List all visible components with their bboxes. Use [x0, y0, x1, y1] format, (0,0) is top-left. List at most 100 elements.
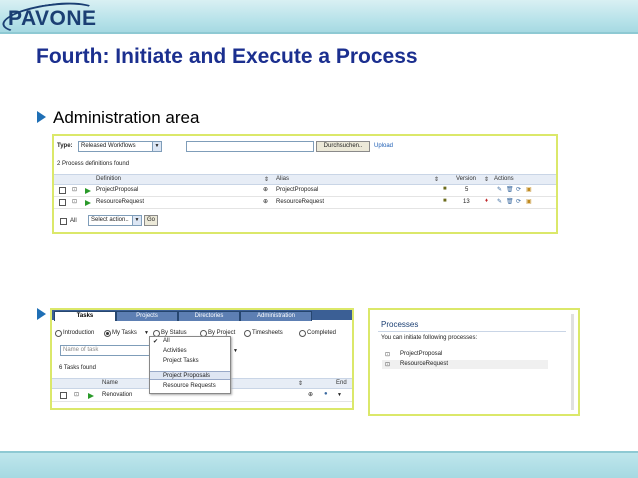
sort-icon[interactable]: ⇕ — [298, 380, 303, 387]
filter-my-tasks[interactable]: My Tasks — [112, 330, 137, 336]
tab-administration[interactable]: Administration — [240, 311, 312, 321]
status-icon: ■ — [443, 198, 447, 204]
chevron-down-icon[interactable]: ▼ — [337, 392, 342, 398]
start-flag-icon[interactable] — [85, 188, 91, 194]
edit-icon[interactable]: ✎ — [497, 186, 502, 193]
filter-completed-radio[interactable] — [299, 330, 306, 337]
processes-title: Processes — [381, 320, 419, 329]
col-alias[interactable]: Alias — [276, 176, 289, 182]
definitions-found-text: 2 Process definitions found — [57, 161, 130, 167]
refresh-icon[interactable]: ⟳ — [516, 186, 521, 193]
alias-name: ResourceRequest — [276, 199, 325, 205]
bullet-arrow-icon — [37, 111, 46, 123]
lock-icon[interactable]: ▣ — [526, 198, 532, 205]
col-name[interactable]: Name — [102, 380, 118, 386]
start-flag-icon[interactable] — [88, 393, 94, 399]
bullet-administration-area: Administration area — [53, 108, 200, 127]
col-actions: Actions — [494, 176, 514, 182]
col-definition[interactable]: Definition — [96, 176, 121, 182]
task-name-placeholder: Name of task — [63, 347, 99, 353]
lock-icon[interactable]: ▣ — [526, 186, 532, 193]
version-value: 13 — [463, 199, 470, 205]
tab-projects[interactable]: Projects — [116, 311, 178, 321]
action-select-value: Select action.. — [91, 217, 129, 223]
menu-item-resource-requests[interactable]: Resource Requests — [150, 382, 230, 391]
sort-icon[interactable]: ⇕ — [434, 176, 439, 183]
row-checkbox[interactable] — [59, 199, 66, 206]
expand-icon[interactable]: ⊕ — [263, 198, 268, 205]
refresh-icon[interactable]: ⟳ — [516, 198, 521, 205]
title-divider — [378, 331, 566, 332]
process-icon: ⊡ — [385, 362, 391, 368]
row-checkbox[interactable] — [59, 187, 66, 194]
document-icon: ⊡ — [72, 187, 78, 193]
chevron-down-icon: ▼ — [132, 216, 141, 225]
process-link[interactable]: ProjectProposal — [400, 351, 442, 357]
file-input[interactable] — [186, 141, 314, 152]
warning-icon: ♦ — [485, 198, 489, 204]
filter-timesheets-radio[interactable] — [244, 330, 251, 337]
version-value: 5 — [465, 187, 469, 193]
edit-icon[interactable]: ✎ — [497, 198, 502, 205]
delete-icon[interactable]: 🗑 — [506, 186, 514, 193]
expand-icon[interactable]: ⊕ — [308, 391, 313, 398]
type-select-value: Released Workflows — [81, 143, 136, 149]
chevron-down-icon[interactable]: ▼ — [233, 348, 238, 354]
bottom-banner — [0, 453, 638, 478]
table-row[interactable]: ⊡ ProjectProposal ⊕ ProjectProposal ■ 5 … — [54, 185, 556, 197]
col-end[interactable]: End — [336, 380, 347, 386]
status-icon: ■ — [443, 186, 447, 192]
action-select[interactable]: Select action.. ▼ — [88, 215, 142, 226]
alias-name: ProjectProposal — [276, 187, 319, 193]
slide-title: Fourth: Initiate and Execute a Process — [36, 45, 418, 68]
expand-icon[interactable]: ⊕ — [263, 186, 268, 193]
filter-introduction[interactable]: Introduction — [63, 330, 94, 336]
go-button[interactable]: Go — [144, 215, 158, 226]
select-all-checkbox[interactable] — [60, 218, 67, 225]
top-divider — [0, 32, 638, 34]
document-icon: ⊡ — [72, 199, 78, 205]
chevron-down-icon: ▼ — [152, 142, 161, 151]
tab-directories[interactable]: Directories — [178, 311, 240, 321]
delete-icon[interactable]: 🗑 — [506, 198, 514, 205]
definitions-table-header: Definition Alias Version Actions ⇕ ⇕ ⇕ — [54, 174, 556, 185]
table-row[interactable]: ⊡ ResourceRequest ⊕ ResourceRequest ■ 13… — [54, 197, 556, 209]
bullet-arrow-icon — [37, 308, 46, 320]
task-type-dropdown-menu: ✔ All Activities Project Tasks Project P… — [149, 336, 231, 394]
filter-timesheets[interactable]: Timesheets — [252, 330, 283, 336]
browse-button[interactable]: Durchsuchen.. — [316, 141, 370, 152]
sort-icon[interactable]: ⇕ — [484, 176, 489, 183]
filter-my-tasks-radio[interactable] — [104, 330, 111, 337]
type-label: Type: — [57, 143, 73, 149]
col-version[interactable]: Version — [456, 176, 476, 182]
type-select[interactable]: Released Workflows ▼ — [78, 141, 162, 152]
pavone-logo: PAVONE — [8, 7, 97, 30]
processes-subtitle: You can initiate following processes: — [381, 335, 478, 341]
menu-item-project-proposals[interactable]: Project Proposals — [150, 371, 230, 380]
menu-item-activities[interactable]: Activities — [150, 347, 230, 356]
upload-link[interactable]: Upload — [374, 143, 393, 149]
definition-name[interactable]: ProjectProposal — [96, 187, 138, 193]
tab-tasks[interactable]: Tasks — [54, 311, 116, 321]
filter-completed[interactable]: Completed — [307, 330, 336, 336]
menu-item-project-tasks[interactable]: Project Tasks — [150, 357, 230, 366]
status-dot-icon: ● — [324, 391, 328, 397]
all-label: All — [70, 218, 77, 224]
sort-icon[interactable]: ⇕ — [264, 176, 269, 183]
definition-name[interactable]: ResourceRequest — [96, 199, 144, 205]
document-icon: ⊡ — [74, 392, 80, 398]
tasks-found-text: 6 Tasks found — [59, 365, 96, 371]
start-flag-icon[interactable] — [85, 200, 91, 206]
process-icon: ⊡ — [385, 352, 391, 358]
row-checkbox[interactable] — [60, 392, 67, 399]
process-link[interactable]: ResourceRequest — [400, 361, 448, 367]
administration-screenshot: Type: Released Workflows ▼ Durchsuchen..… — [52, 134, 558, 234]
processes-screenshot: Processes You can initiate following pro… — [368, 308, 580, 416]
scrollbar[interactable] — [571, 314, 574, 410]
tasks-screenshot: Tasks Projects Directories Administratio… — [50, 308, 354, 410]
filter-introduction-radio[interactable] — [55, 330, 62, 337]
task-name-input[interactable]: Name of task — [60, 345, 150, 356]
task-name[interactable]: Renovation — [102, 392, 132, 398]
tab-bar: Tasks Projects Directories Administratio… — [52, 310, 352, 321]
menu-item-all[interactable]: All — [150, 337, 230, 346]
